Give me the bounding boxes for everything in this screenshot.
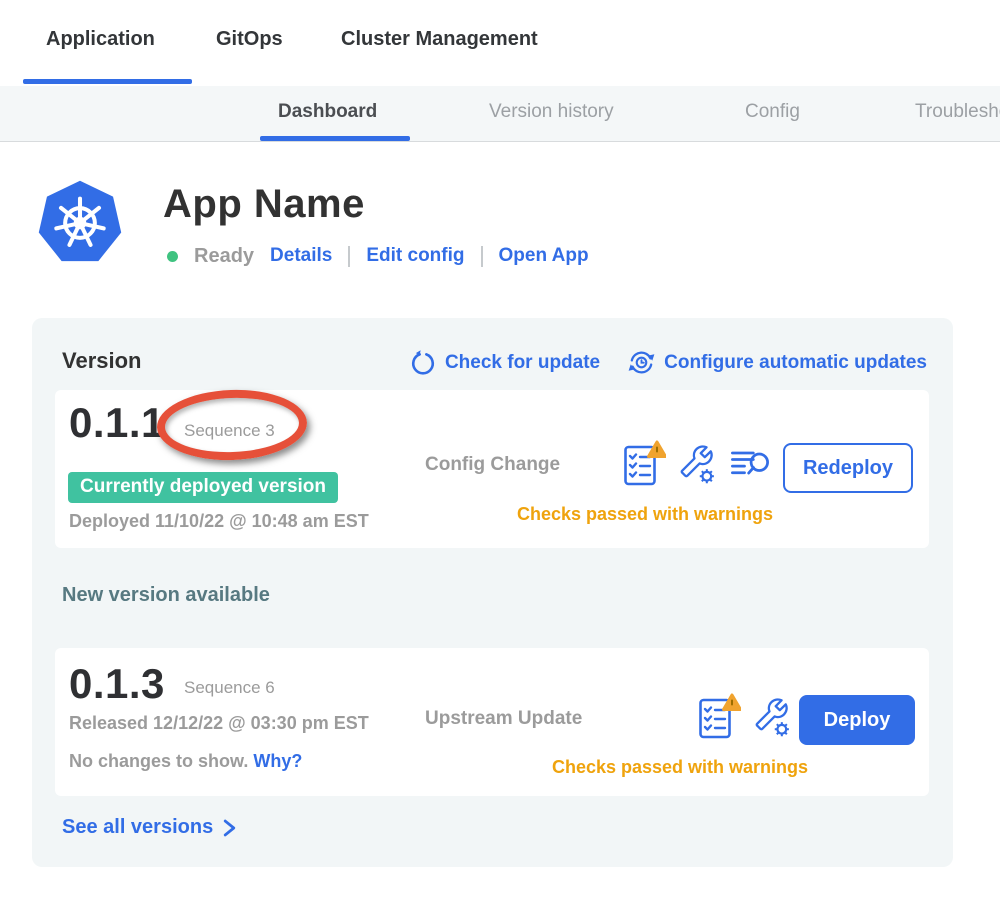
version-actions: Check for update Configure automatic upd… [410, 349, 927, 376]
redeploy-button[interactable]: Redeploy [783, 443, 913, 493]
edit-config-wrench-icon[interactable] [754, 696, 792, 738]
released-timestamp: Released 12/12/22 @ 03:30 pm EST [69, 713, 369, 734]
available-version-sequence: Sequence 6 [184, 678, 275, 698]
available-version-icons [697, 693, 792, 741]
active-subtab-underline [260, 136, 410, 141]
new-version-available-heading: New version available [62, 584, 270, 607]
configure-automatic-updates-label: Configure automatic updates [664, 352, 927, 374]
app-status-row: Ready Details Edit config Open App [167, 243, 589, 269]
divider [481, 246, 483, 267]
available-version-number: 0.1.3 [69, 662, 165, 706]
tab-gitops[interactable]: GitOps [216, 28, 283, 51]
tab-config[interactable]: Config [745, 101, 800, 123]
available-version-card: 0.1.3 Sequence 6 Released 12/12/22 @ 03:… [55, 648, 929, 796]
current-version-number: 0.1.1 [69, 401, 165, 445]
available-checks-status[interactable]: Checks passed with warnings [455, 757, 905, 778]
version-source-label: Config Change [425, 454, 560, 476]
scheduled-sync-icon [628, 349, 655, 376]
see-all-versions-label: See all versions [62, 816, 213, 839]
preflight-checks-icon[interactable] [622, 440, 666, 488]
edit-config-wrench-icon[interactable] [679, 443, 717, 485]
tab-version-history[interactable]: Version history [489, 101, 614, 123]
deployed-timestamp: Deployed 11/10/22 @ 10:48 am EST [69, 511, 369, 532]
current-version-icons [622, 440, 770, 488]
current-checks-status[interactable]: Checks passed with warnings [425, 504, 865, 525]
admin-console-screen: Application GitOps Cluster Management Da… [0, 0, 1000, 898]
gear-icon [700, 469, 714, 483]
chevron-right-icon [222, 818, 237, 838]
tab-troubleshoot[interactable]: Troubleshoot [915, 101, 1000, 123]
configure-automatic-updates-button[interactable]: Configure automatic updates [628, 349, 927, 376]
page-title: App Name [163, 181, 365, 227]
version-heading: Version [62, 348, 141, 374]
version-panel: Version Check for update [32, 318, 953, 867]
check-for-update-button[interactable]: Check for update [410, 350, 600, 376]
why-link[interactable]: Why? [253, 751, 302, 771]
view-diff-icon[interactable] [730, 448, 770, 481]
secondary-nav: Dashboard Version history Config Trouble… [0, 86, 1000, 142]
version-source-label: Upstream Update [425, 708, 582, 730]
divider [348, 246, 350, 267]
no-changes-text: No changes to show. [69, 751, 248, 771]
current-version-sequence: Sequence 3 [184, 421, 275, 441]
kubernetes-logo-icon [35, 178, 125, 268]
edit-config-link[interactable]: Edit config [366, 245, 464, 267]
tab-application[interactable]: Application [46, 28, 155, 51]
tab-dashboard[interactable]: Dashboard [278, 101, 377, 123]
status-text: Ready [194, 245, 254, 268]
details-link[interactable]: Details [270, 245, 332, 267]
gear-icon [775, 722, 789, 736]
primary-nav: Application GitOps Cluster Management [0, 0, 1000, 86]
see-all-versions-link[interactable]: See all versions [62, 816, 237, 839]
tab-cluster-management[interactable]: Cluster Management [341, 28, 538, 51]
status-dot [167, 251, 178, 262]
deploy-button[interactable]: Deploy [799, 695, 915, 745]
changes-note: No changes to show. Why? [69, 751, 302, 772]
currently-deployed-badge: Currently deployed version [68, 472, 338, 503]
active-tab-underline [23, 79, 192, 84]
refresh-icon [410, 350, 436, 376]
current-version-card: 0.1.1 Sequence 3 Currently deployed vers… [55, 390, 929, 548]
preflight-checks-icon[interactable] [697, 693, 741, 741]
open-app-link[interactable]: Open App [499, 245, 589, 267]
check-for-update-label: Check for update [445, 352, 600, 374]
